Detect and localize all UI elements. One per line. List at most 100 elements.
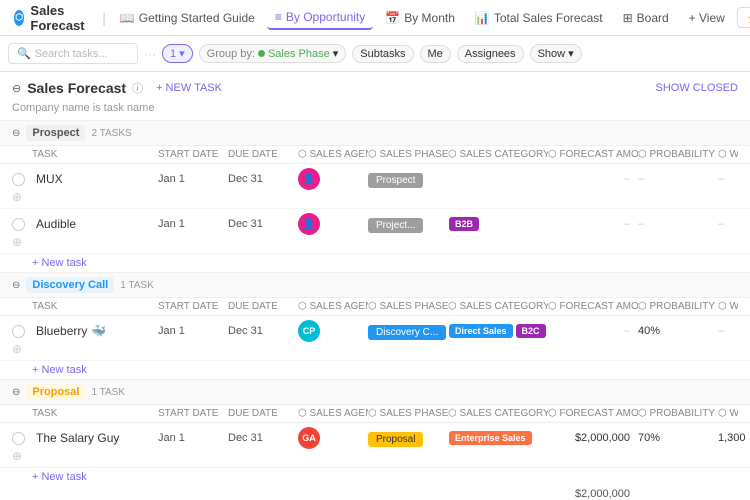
chevron-show-icon: ▾ (568, 47, 574, 60)
add-task-discovery[interactable]: + New task (0, 361, 750, 379)
group-by-chip[interactable]: Group by: Sales Phase ▾ (199, 44, 347, 63)
search-icon: 🔍 (17, 47, 31, 60)
section-prospect: ⊖ Prospect 2 TASKS TASK START DATE DUE D… (0, 121, 750, 273)
task-due: Dec 31 (228, 432, 298, 444)
task-more[interactable]: ⊕ (12, 449, 32, 463)
list-icon: ≡ (275, 10, 282, 24)
section-header-discovery: ⊖ Discovery Call 1 TASK (0, 273, 750, 298)
task-phase: Proposal (368, 431, 448, 445)
section-discovery: ⊖ Discovery Call 1 TASK TASK START DATE … (0, 273, 750, 380)
search-box[interactable]: 🔍 Search tasks... (8, 43, 138, 64)
task-row: Audible Jan 1 Dec 31 👤 Project... B2B – … (0, 209, 750, 254)
assignees-chip[interactable]: Assignees (457, 45, 524, 63)
task-more[interactable]: ⊕ (12, 190, 32, 204)
task-due: Dec 31 (228, 325, 298, 337)
task-agent: GA (298, 427, 368, 449)
task-more[interactable]: ⊕ (12, 342, 32, 356)
col-agent: ⬡ SALES AGENT (298, 149, 368, 160)
toolbar: 🔍 Search tasks... ··· 1 ▾ Group by: Sale… (0, 36, 750, 72)
task-category: Direct Sales B2C (448, 323, 548, 339)
add-task-button[interactable]: + NEW TASK (149, 80, 229, 96)
task-start: Jan 1 (158, 432, 228, 444)
section-header-prospect: ⊖ Prospect 2 TASKS (0, 121, 750, 146)
phase-badge: Prospect (368, 173, 423, 188)
task-row: MUX Jan 1 Dec 31 👤 Prospect – – – ⊕ (0, 164, 750, 209)
col-category: ⬡ SALES CATEGORY (448, 149, 548, 160)
chevron-icon: ▾ (333, 47, 339, 60)
task-row: Blueberry 🐳 Jan 1 Dec 31 CP Discovery C.… (0, 316, 750, 361)
section-label-proposal: Proposal (26, 384, 85, 400)
task-prob: 40% (638, 325, 718, 337)
col-headers-prospect: TASK START DATE DUE DATE ⬡ SALES AGENT ⬡… (0, 146, 750, 164)
nav-logo: ⬡ Sales Forecast (8, 3, 96, 33)
tab-add-view[interactable]: + View (681, 7, 733, 29)
calendar-icon: 📅 (385, 11, 400, 25)
task-agent: CP (298, 320, 368, 342)
col-start: START DATE (158, 149, 228, 160)
task-weighted: 1,300 (718, 432, 738, 444)
task-more[interactable]: ⊕ (12, 235, 32, 249)
task-amount: – (548, 173, 638, 185)
task-agent: 👤 (298, 213, 368, 235)
col-headers-discovery: TASK START DATE DUE DATE ⬡ SALES AGENT ⬡… (0, 298, 750, 316)
task-checkbox[interactable] (12, 218, 25, 231)
task-amount: – (548, 325, 638, 337)
task-prob: 70% (638, 432, 718, 444)
task-checkbox[interactable] (12, 325, 25, 338)
me-chip[interactable]: Me (420, 45, 451, 63)
subtasks-chip[interactable]: Subtasks (352, 45, 413, 63)
tab-getting-started[interactable]: 📖 Getting Started Guide (112, 7, 263, 29)
book-icon: 📖 (120, 11, 135, 25)
page-title: Sales Forecast (27, 80, 126, 96)
col-due: DUE DATE (228, 149, 298, 160)
section-label-discovery: Discovery Call (26, 277, 114, 293)
show-chip[interactable]: Show ▾ (530, 44, 582, 63)
tab-by-opportunity[interactable]: ≡ By Opportunity (267, 6, 373, 30)
add-task-proposal[interactable]: + New task (0, 468, 750, 486)
col-task: TASK (32, 149, 158, 160)
info-icon[interactable]: ⓘ (132, 80, 143, 96)
automate-button[interactable]: ⚡ Automate ▾ (737, 7, 750, 28)
task-name[interactable]: MUX (32, 172, 158, 186)
filter-chip[interactable]: 1 ▾ (162, 44, 193, 63)
task-start: Jan 1 (158, 325, 228, 337)
task-weighted: – (718, 218, 738, 230)
toggle-prospect[interactable]: ⊖ (12, 128, 20, 139)
task-checkbox[interactable] (12, 173, 25, 186)
tab-by-month[interactable]: 📅 By Month (377, 7, 463, 29)
tab-total-sales[interactable]: 📊 Total Sales Forecast (467, 7, 611, 29)
section-count-prospect: 2 TASKS (91, 128, 131, 139)
toggle-discovery[interactable]: ⊖ (12, 280, 20, 291)
task-checkbox[interactable] (12, 432, 25, 445)
phase-badge: Project... (368, 218, 423, 233)
task-agent: 👤 (298, 168, 368, 190)
group-dot (258, 50, 265, 57)
task-start: Jan 1 (158, 218, 228, 230)
section-collapse-icon[interactable]: ⊖ (12, 82, 21, 95)
category-badge: B2C (516, 324, 546, 338)
toggle-proposal[interactable]: ⊖ (12, 387, 20, 398)
task-prob: – (638, 218, 718, 230)
add-task-prospect[interactable]: + New task (0, 254, 750, 272)
task-amount: – (548, 218, 638, 230)
category-badge: Direct Sales (449, 324, 513, 338)
task-name[interactable]: Blueberry 🐳 (32, 324, 158, 338)
task-category: Enterprise Sales (448, 430, 548, 446)
task-name[interactable]: The Salary Guy (32, 431, 158, 445)
section-label-prospect: Prospect (26, 125, 85, 141)
nav-separator: | (102, 10, 106, 26)
task-name[interactable]: Audible (32, 217, 158, 231)
col-forecast: ⬡ FORECAST AMOUNT (548, 149, 638, 160)
task-due: Dec 31 (228, 218, 298, 230)
category-badge: B2B (449, 217, 479, 231)
phase-badge: Proposal (368, 432, 423, 447)
main-content: ⊖ Sales Forecast ⓘ + NEW TASK SHOW CLOSE… (0, 72, 750, 500)
show-closed-button[interactable]: SHOW CLOSED (655, 82, 738, 94)
tab-board[interactable]: ⊞ Board (615, 7, 677, 29)
page-header: ⊖ Sales Forecast ⓘ + NEW TASK SHOW CLOSE… (0, 72, 750, 100)
task-phase: Project... (368, 217, 448, 231)
task-row: The Salary Guy Jan 1 Dec 31 GA Proposal … (0, 423, 750, 468)
col-phase: ⬡ SALES PHASE (368, 149, 448, 160)
avatar: 👤 (298, 168, 320, 190)
board-icon: ⊞ (623, 11, 633, 25)
